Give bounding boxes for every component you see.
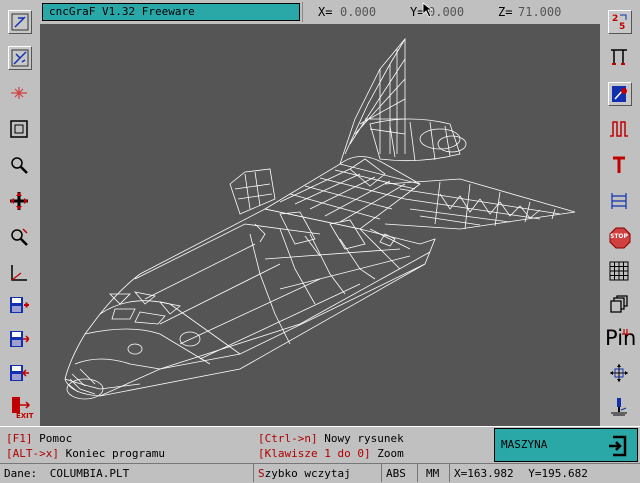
tool-height-icon (611, 49, 627, 65)
scale-icon (610, 364, 628, 382)
zoom-hotkey-label: Zoom (370, 447, 404, 460)
frame-icon (10, 120, 28, 138)
units-mode[interactable]: MM (418, 463, 450, 482)
snap-alt-icon (11, 49, 29, 67)
snap-alt-button[interactable] (8, 46, 32, 70)
exit-hotkey-label: Koniec programu (58, 447, 165, 460)
layers-button[interactable] (608, 294, 632, 318)
exit-button[interactable]: EXIT (8, 394, 34, 424)
mouse-pointer-icon (422, 2, 434, 18)
axes-button[interactable] (8, 262, 32, 286)
svg-text:2: 2 (612, 14, 618, 24)
axes-icon (11, 265, 27, 281)
drawing-canvas[interactable] (40, 24, 600, 426)
cutter-icon (611, 398, 627, 416)
save-prev-button[interactable] (8, 362, 32, 386)
z-coord-value: 71.000 (518, 5, 562, 19)
list-icon (611, 193, 627, 209)
help-key: [F1] (6, 432, 33, 445)
file-name: COLUMBIA.PLT (49, 467, 130, 480)
break-button[interactable] (8, 82, 32, 106)
z-coord-label: Z= (498, 5, 513, 19)
help-hotkey[interactable]: [F1] Pomoc (6, 432, 72, 446)
exit-hotkey[interactable]: [ALT->x] Koniec programu (6, 447, 165, 461)
new-drawing-key: [Ctrl->n] (258, 432, 318, 445)
zoom-hotkey[interactable]: [Klawisze 1 do 0] Zoom (258, 447, 404, 461)
cutter-button[interactable] (608, 396, 632, 420)
pulse-icon (610, 121, 628, 137)
tool-button[interactable] (608, 154, 632, 178)
save-add-icon (10, 297, 29, 313)
left-toolbar: EXIT (0, 4, 40, 424)
exit-key: [ALT->x] (6, 447, 59, 460)
snap-button[interactable] (8, 10, 32, 34)
move-icon (10, 192, 28, 210)
pos-y-label: Y= (528, 467, 542, 480)
svg-text:5: 5 (619, 22, 625, 32)
rotate-25-icon: 25 (612, 14, 627, 32)
grid-button[interactable] (608, 260, 632, 284)
quick-load-button[interactable]: Szybko wczytaj (254, 463, 382, 482)
x-coord-label: X= (318, 5, 333, 19)
save-next-button[interactable] (8, 328, 32, 352)
new-drawing-hotkey[interactable]: [Ctrl->n] Nowy rysunek (258, 432, 404, 446)
quick-load-hotkey: S (258, 467, 265, 480)
abs-mode[interactable]: ABS (382, 463, 418, 482)
connect-icon (609, 435, 627, 457)
file-label: Dane: (4, 467, 38, 480)
pin-marker-icon (622, 329, 630, 335)
save-prev-icon (10, 365, 29, 381)
zoom-area-icon (11, 228, 28, 246)
new-drawing-label: Nowy rysunek (317, 432, 404, 445)
pin-button[interactable]: Pin (605, 326, 636, 354)
zoom-key: [Klawisze 1 do 0] (258, 447, 371, 460)
pulse-button[interactable] (608, 118, 632, 142)
position-readout: X=163.982 Y=195.682 (450, 463, 640, 482)
measure-icon (612, 86, 627, 102)
list-button[interactable] (608, 190, 632, 214)
break-icon (11, 87, 27, 99)
move-button[interactable] (8, 190, 32, 214)
x-coord-value: 0.000 (340, 5, 377, 19)
measure-button[interactable] (608, 82, 632, 106)
stop-button[interactable]: STOP (608, 226, 632, 250)
pos-x-value: 163.982 (467, 467, 514, 480)
snap-icon (11, 13, 29, 31)
rotate-25-button[interactable]: 25 (608, 10, 632, 34)
pos-x-label: X= (454, 467, 468, 480)
file-status: Dane: COLUMBIA.PLT (0, 463, 254, 482)
right-toolbar: 25 STOP Pin (600, 4, 640, 424)
shuttle-wireframe (64, 37, 576, 400)
help-label: Pomoc (32, 432, 73, 445)
frame-button[interactable] (8, 118, 32, 142)
zoom-icon (11, 157, 28, 174)
save-next-icon (10, 331, 29, 347)
scale-button[interactable] (608, 362, 632, 386)
machine-label: MASZYNA (501, 438, 548, 451)
machine-button[interactable]: MASZYNA (494, 428, 638, 462)
layers-icon (610, 295, 628, 313)
zoom-button[interactable] (8, 154, 32, 178)
status-bar: Dane: COLUMBIA.PLT Szybko wczytaj ABS MM… (0, 463, 640, 482)
exit-label: EXIT (16, 412, 34, 420)
grid-icon (609, 261, 629, 281)
pos-y-value: 195.682 (541, 467, 588, 480)
zoom-area-button[interactable] (8, 226, 32, 250)
quick-load-label: zybko wczytaj (264, 467, 351, 480)
app-title: cncGraF V1.32 Freeware (42, 3, 300, 21)
tool-height-button[interactable] (608, 46, 632, 70)
tool-icon (613, 156, 625, 173)
stop-label: STOP (610, 233, 628, 240)
save-add-button[interactable] (8, 294, 32, 318)
